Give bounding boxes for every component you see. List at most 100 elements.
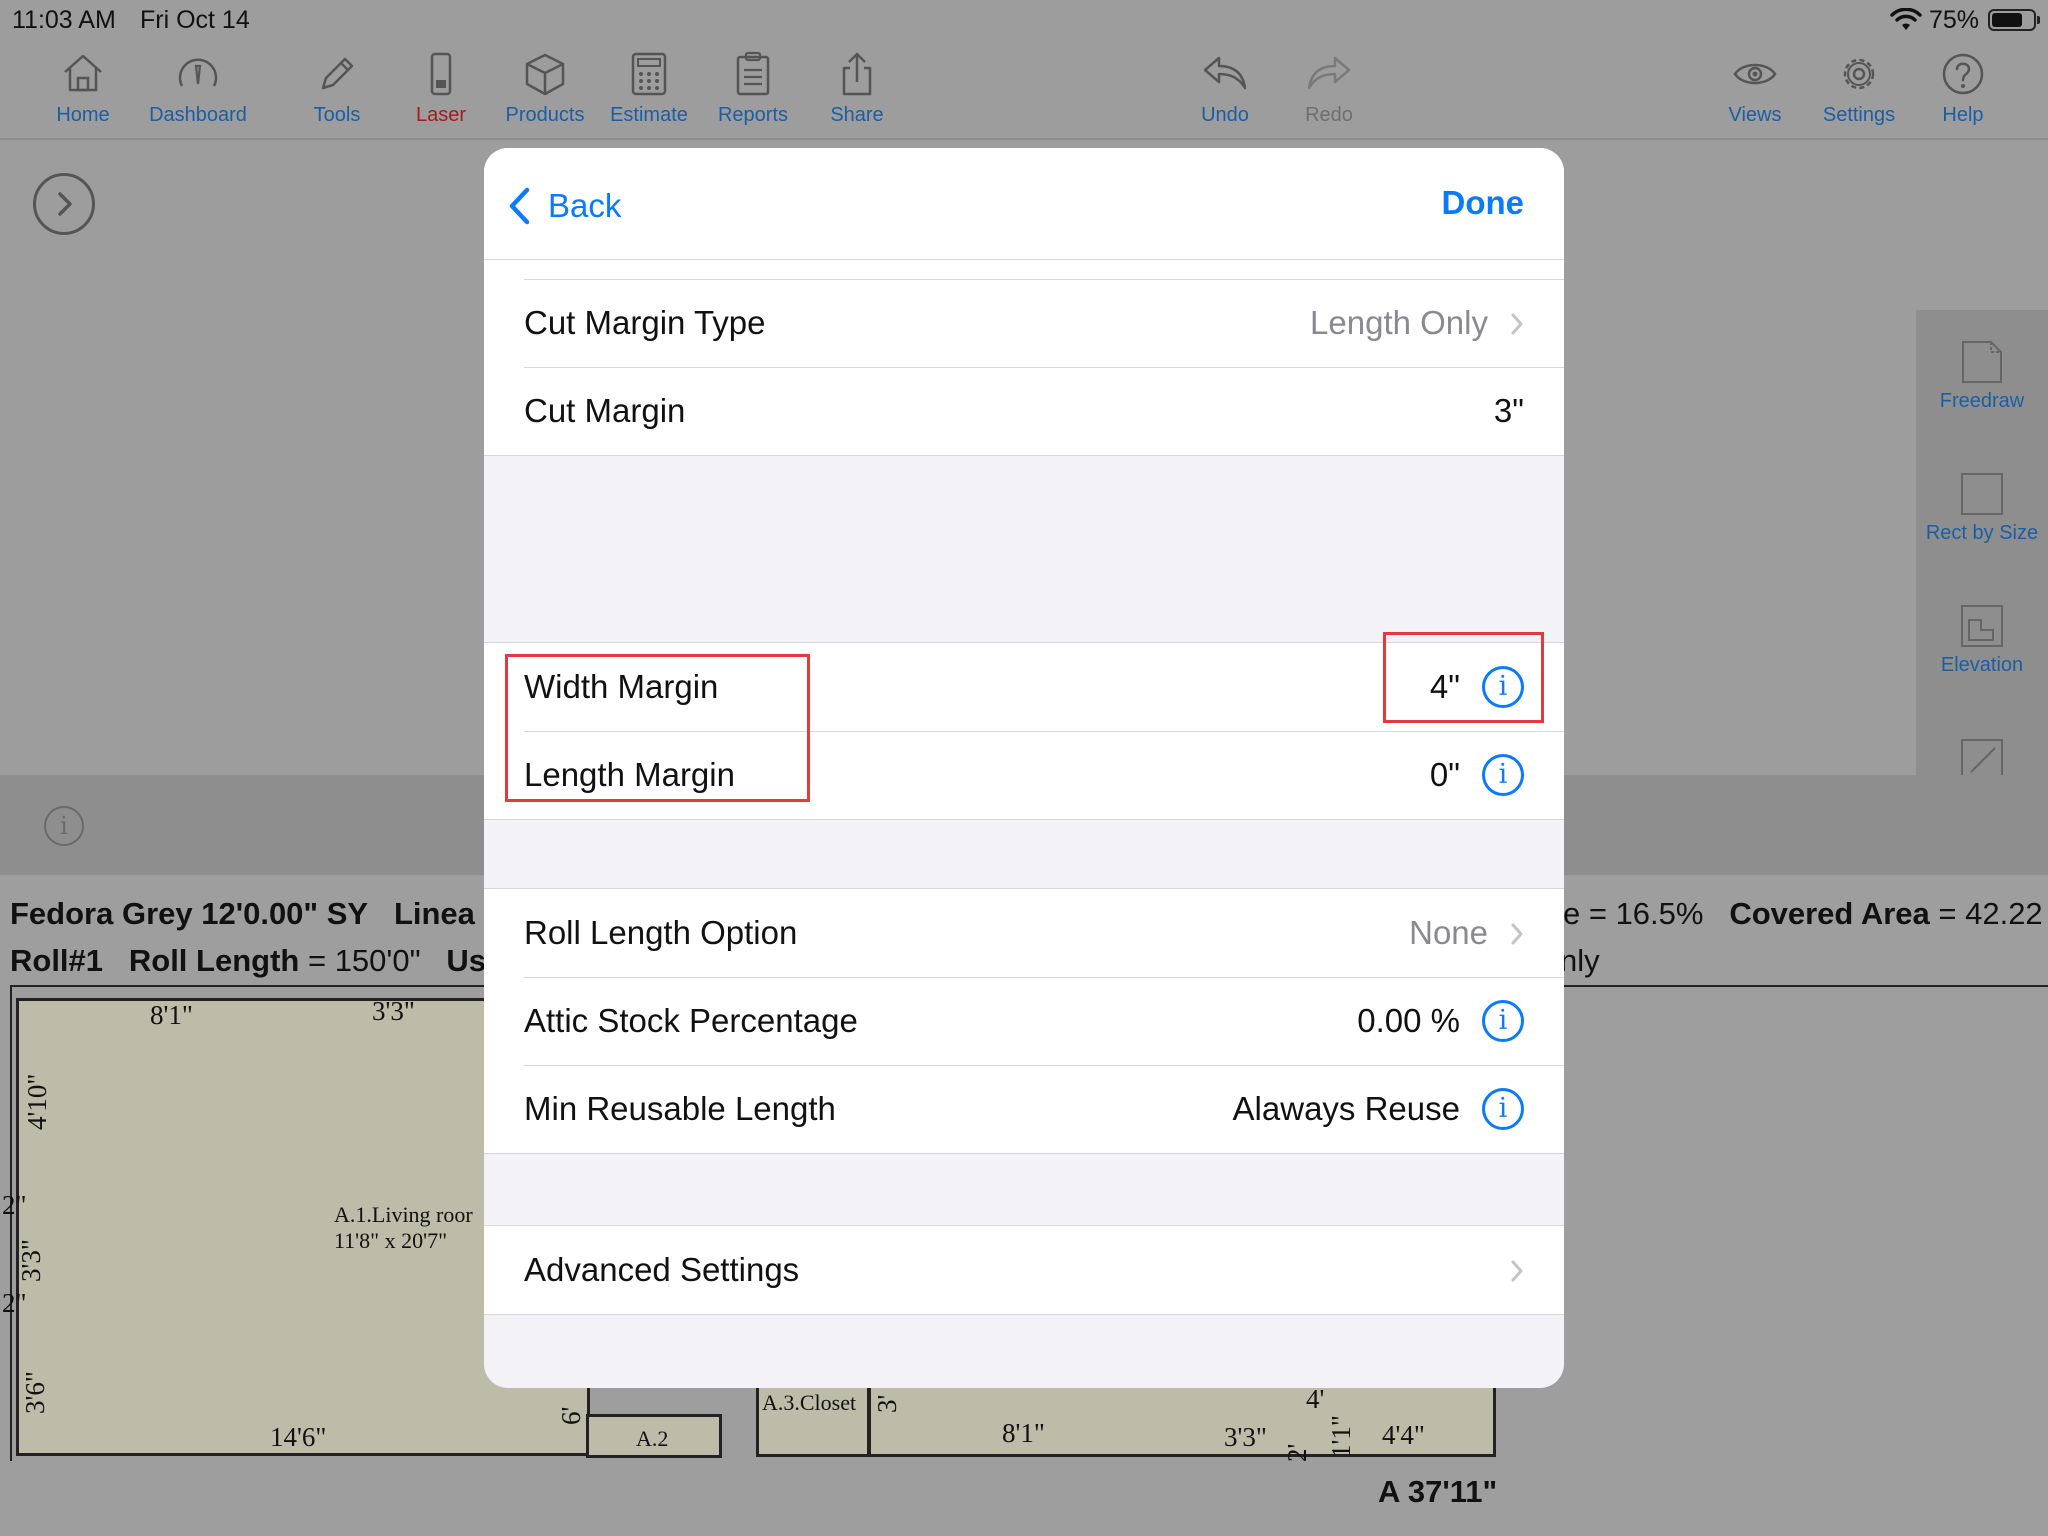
- help-label: Help: [1942, 104, 1984, 126]
- dim-label: 4'10": [22, 1073, 52, 1130]
- views-button[interactable]: Views: [1695, 50, 1815, 134]
- expand-sidebar-button[interactable]: [33, 173, 95, 235]
- edit-tool[interactable]: [1916, 736, 2048, 780]
- pencil-icon: [321, 57, 354, 90]
- dim-label: 3'3": [16, 1239, 46, 1282]
- info-icon[interactable]: i: [1482, 666, 1524, 708]
- room-label-a2: A.2: [636, 1426, 669, 1451]
- dim-label: 4': [1306, 1384, 1325, 1414]
- back-label: Back: [548, 187, 622, 224]
- settings-row-width-margin[interactable]: Width Margin 4" i: [484, 643, 1564, 731]
- dim-label: 6': [556, 1406, 586, 1425]
- edit-square-icon: [1961, 739, 2003, 780]
- plan-total-length: A 37'11": [1378, 1474, 1498, 1509]
- tools-button[interactable]: Tools: [277, 50, 397, 134]
- products-button[interactable]: Products: [485, 50, 605, 134]
- settings-row-attic-stock-percentage[interactable]: Attic Stock Percentage 0.00 % i: [484, 977, 1564, 1065]
- estimate-label: Estimate: [610, 104, 688, 126]
- calculator-icon: [631, 52, 667, 96]
- info-icon[interactable]: i: [1482, 1088, 1524, 1130]
- roll-length-label: Roll Length: [128, 943, 300, 978]
- views-label: Views: [1728, 104, 1782, 126]
- row-label: Roll Length Option: [524, 914, 798, 951]
- chevron-right-icon: [1511, 1260, 1523, 1282]
- main-toolbar: Home Dashboard Tools Laser Products Esti…: [0, 40, 2048, 140]
- done-button[interactable]: Done: [1442, 184, 1525, 222]
- chevron-left-icon: [509, 187, 530, 225]
- share-button[interactable]: Share: [797, 50, 917, 134]
- battery-percent: 75%: [1929, 6, 1980, 34]
- elevation-label: Elevation: [1940, 654, 2024, 676]
- reports-label: Reports: [717, 104, 789, 126]
- roll-length-value: = 150'0": [299, 943, 421, 978]
- info-icon[interactable]: i: [1482, 1000, 1524, 1042]
- dim-label: 8'1": [150, 1000, 193, 1030]
- dim-label: 3'3": [372, 996, 415, 1026]
- settings-row-cut-margin[interactable]: Cut Margin 3": [484, 367, 1564, 455]
- chevron-right-icon: [1511, 923, 1523, 945]
- covered-area-label: Covered Area: [1729, 896, 1930, 931]
- elevation-tool[interactable]: Elevation: [1916, 604, 2048, 677]
- redo-label: Redo: [1305, 104, 1353, 126]
- used-label: Us: [446, 943, 487, 978]
- status-date: Fri Oct 14: [140, 6, 250, 34]
- undo-button[interactable]: Undo: [1165, 50, 1285, 134]
- dim-label: 3': [872, 1394, 902, 1413]
- back-button[interactable]: Back: [508, 184, 621, 228]
- settings-button[interactable]: Settings: [1799, 50, 1919, 134]
- settings-row-min-reusable-length[interactable]: Min Reusable Length Alaways Reuse i: [484, 1065, 1564, 1153]
- dim-label: 4'4": [1382, 1420, 1425, 1450]
- settings-row-length-margin[interactable]: Length Margin 0" i: [484, 731, 1564, 819]
- rect-by-size-label: Rect by Size: [1925, 522, 2039, 544]
- dim-label: 14'6": [270, 1422, 327, 1452]
- freedraw-tool[interactable]: Freedraw: [1916, 340, 2048, 413]
- settings-row-roll-length-option[interactable]: Roll Length Option None: [484, 889, 1564, 977]
- dim-label: 2": [2, 1190, 27, 1220]
- home-button[interactable]: Home: [23, 50, 143, 134]
- freedraw-icon: [1962, 341, 2002, 383]
- dashboard-button[interactable]: Dashboard: [138, 50, 258, 134]
- settings-row-cut-margin-type[interactable]: Cut Margin Type Length Only: [484, 279, 1564, 367]
- question-circle-icon: [1942, 53, 1984, 95]
- products-label: Products: [505, 104, 585, 126]
- roll-number: Roll#1: [10, 943, 104, 978]
- dim-label: 3'6": [20, 1371, 50, 1414]
- chevron-right-icon: [1511, 313, 1523, 335]
- freedraw-label: Freedraw: [1939, 390, 2025, 412]
- row-value: 3": [1493, 392, 1524, 429]
- info-circle-icon[interactable]: i: [44, 806, 84, 846]
- estimate-button[interactable]: Estimate: [589, 50, 709, 134]
- redo-button[interactable]: Redo: [1269, 50, 1389, 134]
- row-value: Alaways Reuse: [1232, 1090, 1460, 1127]
- info-icon[interactable]: i: [1482, 754, 1524, 796]
- row-value: 0.00 %: [1357, 1002, 1460, 1039]
- laser-device-icon: [430, 52, 452, 96]
- settings-row-advanced-settings[interactable]: Advanced Settings: [484, 1226, 1564, 1314]
- rect-by-size-tool[interactable]: Rect by Size: [1916, 472, 2048, 545]
- status-bar: 11:03 AM Fri Oct 14 75%: [0, 0, 2048, 40]
- undo-label: Undo: [1201, 104, 1249, 126]
- settings-group-roll: Roll Length Option None Attic Stock Percen…: [484, 888, 1564, 1154]
- dim-label: 1'1": [1326, 1415, 1356, 1458]
- room-size: 11'8" x 20'7": [334, 1228, 448, 1253]
- row-label: Advanced Settings: [524, 1251, 800, 1288]
- room-label-living: A.1.Living roor 11'8" x 20'7": [334, 1202, 473, 1254]
- settings-group-margins: Width Margin 4" i Length Margin 0" i: [484, 642, 1564, 820]
- row-label: Min Reusable Length: [524, 1090, 836, 1127]
- row-value: None: [1409, 914, 1488, 951]
- row-label: Length Margin: [524, 756, 735, 793]
- row-label: Cut Margin Type: [524, 304, 766, 341]
- settings-group-advanced: Advanced Settings: [484, 1225, 1564, 1315]
- wifi-icon: [1890, 8, 1922, 30]
- share-icon: [842, 52, 872, 96]
- product-name: Fedora Grey 12'0.00" SY: [10, 896, 369, 931]
- rectangle-icon: [1961, 473, 2003, 515]
- reports-button[interactable]: Reports: [693, 50, 813, 134]
- help-button[interactable]: Help: [1903, 50, 2023, 134]
- box-icon: [525, 53, 565, 96]
- dashboard-label: Dashboard: [149, 104, 247, 126]
- laser-button[interactable]: Laser: [381, 50, 501, 134]
- summary-line-1-right: e = 16.5% Covered Area = 42.22: [1563, 896, 2043, 932]
- row-value: Length Only: [1310, 304, 1488, 341]
- row-label: Cut Margin: [524, 392, 686, 429]
